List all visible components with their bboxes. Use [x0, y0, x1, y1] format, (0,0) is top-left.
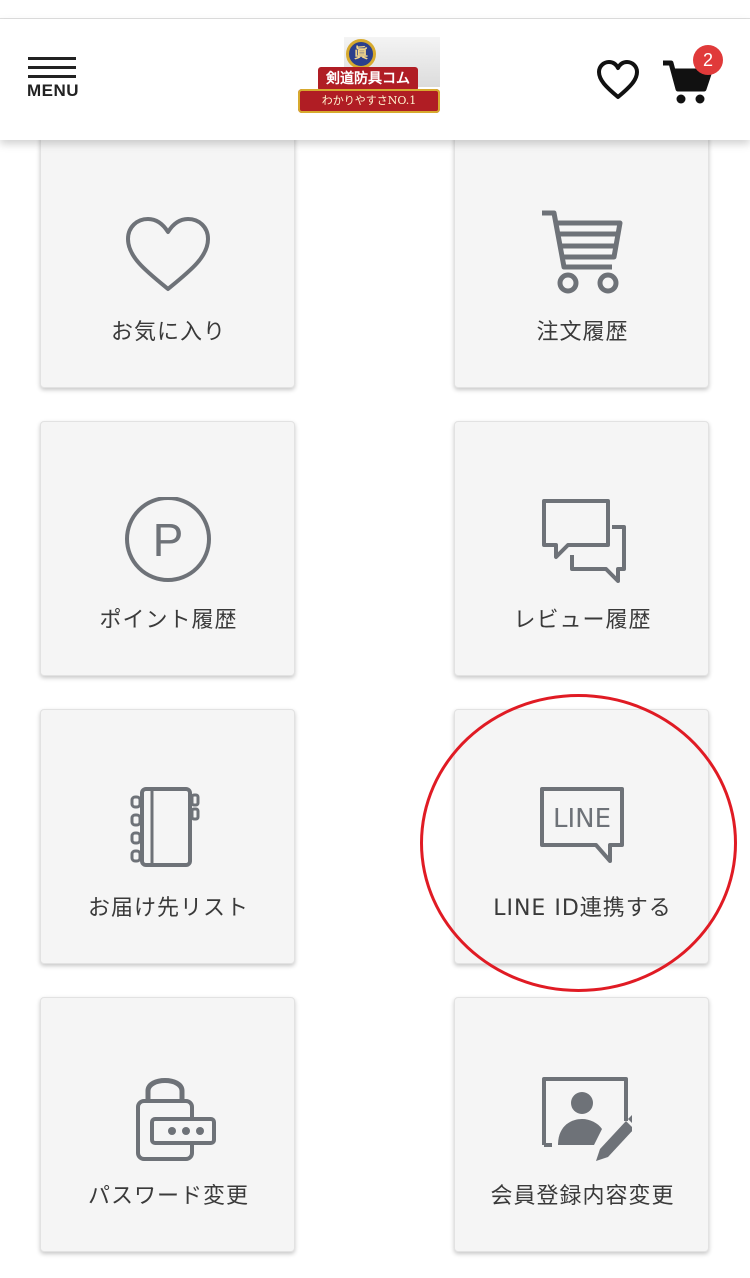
card-member-info-edit[interactable]: 会員登録内容変更 — [454, 997, 709, 1252]
line-icon: LINE — [540, 787, 624, 863]
card-line-id-link[interactable]: LINE LINE ID連携する — [454, 709, 709, 964]
menu-label: MENU — [26, 81, 80, 100]
heart-icon — [597, 60, 639, 99]
card-label: 会員登録内容変更 — [490, 1184, 675, 1209]
card-label: お気に入り — [110, 320, 226, 345]
line-icon-text: LINE — [553, 804, 611, 834]
card-label: LINE ID連携する — [493, 896, 672, 921]
favorites-button[interactable] — [596, 59, 640, 101]
card-label: ポイント履歴 — [99, 608, 238, 633]
profile-edit-icon — [542, 1077, 632, 1161]
cart-icon — [542, 210, 623, 294]
card-password-change[interactable]: パスワード変更 — [40, 997, 295, 1252]
menu-button[interactable]: MENU — [26, 57, 82, 105]
menu-bar-icon — [28, 57, 76, 60]
speech-bubbles-icon — [542, 499, 626, 583]
site-header: MENU 眞 剣道防具コム わかりやすさNO.1 — [0, 19, 750, 140]
svg-text:P: P — [153, 514, 184, 566]
lock-password-icon — [136, 1078, 216, 1161]
card-label: 注文履歴 — [536, 320, 629, 345]
card-favorites[interactable]: お気に入り — [40, 133, 295, 388]
address-book-icon — [130, 787, 200, 867]
mypage-menu-grid: お気に入り 注文履歴 P ポイント履歴 レビュー履歴 お届け先リスト LINE … — [0, 0, 750, 1278]
point-icon: P — [125, 497, 211, 582]
menu-bar-icon — [28, 75, 76, 78]
card-label: お届け先リスト — [87, 896, 249, 921]
cart-count-badge: 2 — [693, 45, 723, 75]
card-address-list[interactable]: お届け先リスト — [40, 709, 295, 964]
card-point-history[interactable]: P ポイント履歴 — [40, 421, 295, 676]
card-review-history[interactable]: レビュー履歴 — [454, 421, 709, 676]
logo-brand-text: 剣道防具コム — [318, 67, 418, 91]
card-label: レビュー履歴 — [513, 608, 652, 633]
logo-emblem: 眞 — [346, 39, 376, 69]
site-logo[interactable]: 眞 剣道防具コム わかりやすさNO.1 — [296, 37, 444, 117]
heart-icon — [126, 217, 210, 291]
logo-tagline: わかりやすさNO.1 — [298, 89, 440, 113]
card-label: パスワード変更 — [87, 1184, 249, 1209]
card-order-history[interactable]: 注文履歴 — [454, 133, 709, 388]
menu-bar-icon — [28, 66, 76, 69]
